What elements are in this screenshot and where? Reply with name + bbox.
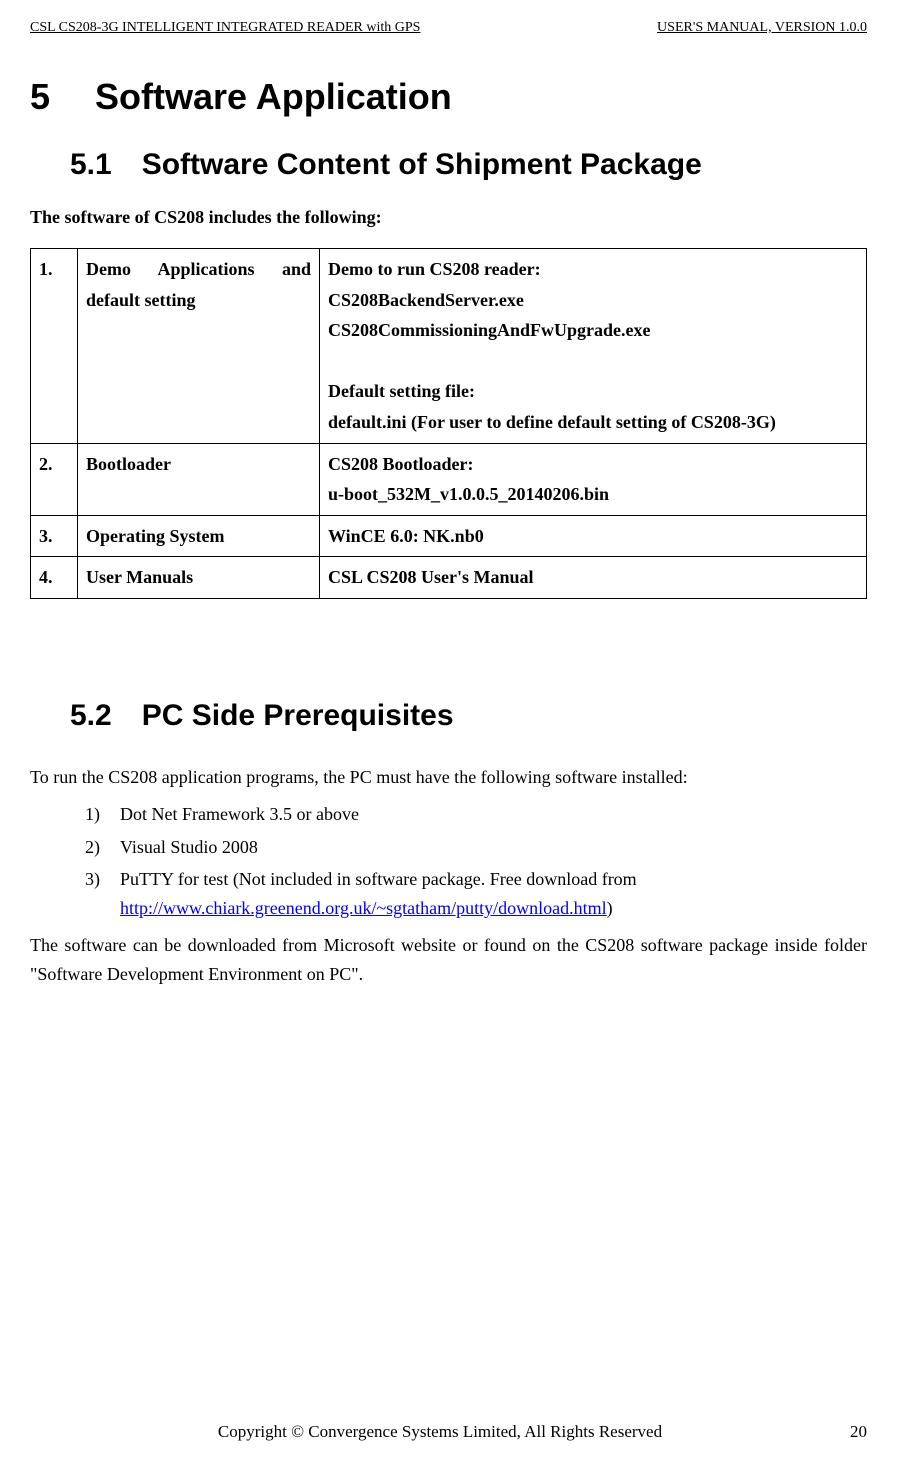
table-row: 1. Demo Applications and default setting… <box>31 249 867 444</box>
section-number: 5.1 <box>70 148 112 181</box>
row-number: 4. <box>31 557 78 599</box>
section-5-1-heading: 5.1 Software Content of Shipment Package <box>70 148 867 182</box>
chapter-title: Software Application <box>95 76 452 117</box>
header-left: CSL CS208-3G INTELLIGENT INTEGRATED READ… <box>30 20 420 36</box>
row-label: Operating System <box>78 515 320 557</box>
row-description: CSL CS208 User's Manual <box>320 557 867 599</box>
row-label: Bootloader <box>78 443 320 515</box>
row-description: Demo to run CS208 reader: CS208BackendSe… <box>320 249 867 444</box>
row-number: 2. <box>31 443 78 515</box>
row-number: 3. <box>31 515 78 557</box>
section-5-1-intro: The software of CS208 includes the follo… <box>30 207 867 228</box>
chapter-number: 5 <box>30 76 50 117</box>
row-label: Demo Applications and default setting <box>78 249 320 444</box>
section-5-2-heading: 5.2 PC Side Prerequisites <box>70 699 867 733</box>
row-number: 1. <box>31 249 78 444</box>
table-row: 4. User Manuals CSL CS208 User's Manual <box>31 557 867 599</box>
desc-line: CS208 Bootloader: <box>328 454 474 474</box>
page-footer: Copyright © Convergence Systems Limited,… <box>30 1422 867 1442</box>
item-number: 1) <box>85 800 100 829</box>
list-item: 2) Visual Studio 2008 <box>85 833 867 862</box>
row-label: User Manuals <box>78 557 320 599</box>
item-text: Dot Net Framework 3.5 or above <box>120 804 359 824</box>
section-5-2-intro: To run the CS208 application programs, t… <box>30 763 867 792</box>
desc-line: default.ini (For user to define default … <box>328 412 776 432</box>
footer-page-number: 20 <box>850 1422 867 1442</box>
item-text-close: ) <box>607 898 613 918</box>
software-content-table: 1. Demo Applications and default setting… <box>30 248 867 599</box>
item-text: PuTTY for test (Not included in software… <box>120 869 637 889</box>
item-number: 2) <box>85 833 100 862</box>
footer-copyright: Copyright © Convergence Systems Limited,… <box>218 1422 662 1442</box>
table-row: 2. Bootloader CS208 Bootloader: u-boot_5… <box>31 443 867 515</box>
download-link[interactable]: http://www.chiark.greenend.org.uk/~sgtat… <box>120 898 607 918</box>
section-number: 5.2 <box>70 699 112 732</box>
item-text: Visual Studio 2008 <box>120 837 258 857</box>
desc-line: Default setting file: <box>328 381 475 401</box>
header-right: USER'S MANUAL, VERSION 1.0.0 <box>657 20 867 36</box>
section-5-2-outro: The software can be downloaded from Micr… <box>30 931 867 989</box>
item-number: 3) <box>85 865 100 894</box>
section-title: PC Side Prerequisites <box>142 699 454 732</box>
desc-line: u-boot_532M_v1.0.0.5_20140206.bin <box>328 484 609 504</box>
page-header: CSL CS208-3G INTELLIGENT INTEGRATED READ… <box>30 20 867 36</box>
list-item: 1) Dot Net Framework 3.5 or above <box>85 800 867 829</box>
list-item: 3) PuTTY for test (Not included in softw… <box>85 865 867 923</box>
desc-line: Demo to run CS208 reader: <box>328 259 541 279</box>
table-row: 3. Operating System WinCE 6.0: NK.nb0 <box>31 515 867 557</box>
chapter-heading: 5 Software Application <box>30 76 867 118</box>
section-title: Software Content of Shipment Package <box>142 148 702 181</box>
prerequisite-list: 1) Dot Net Framework 3.5 or above 2) Vis… <box>30 800 867 923</box>
row-description: CS208 Bootloader: u-boot_532M_v1.0.0.5_2… <box>320 443 867 515</box>
desc-line: CS208CommissioningAndFwUpgrade.exe <box>328 320 651 340</box>
desc-line: CS208BackendServer.exe <box>328 290 524 310</box>
row-description: WinCE 6.0: NK.nb0 <box>320 515 867 557</box>
